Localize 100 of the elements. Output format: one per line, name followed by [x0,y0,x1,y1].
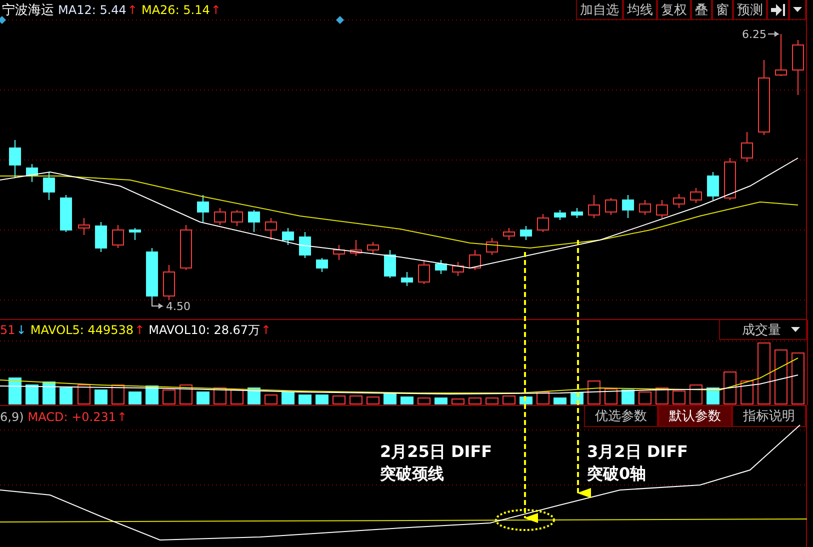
candlestick [588,194,600,218]
arrow-to-bar-icon [771,4,785,16]
volume-bar [604,388,618,404]
low-price-label: 4.50 [166,300,190,313]
candlestick [622,194,634,218]
volume-bar [60,388,72,404]
volume-bar [78,384,90,404]
volume-bar [230,390,244,404]
volume-bar [298,394,312,404]
candlestick [231,210,243,226]
volume-bar [146,386,158,404]
candlestick [265,218,277,240]
volume-bar [656,388,668,404]
volume-bar [264,394,278,404]
volume-bar [792,352,804,404]
trend-arrow: ↑ [127,3,138,17]
volume-bar [486,398,498,404]
candlestick [537,214,549,232]
indicator-value: MAVOL10: 28.67万 [148,322,260,338]
volume-bar [434,398,448,404]
candlestick [163,264,175,300]
volume-bar [758,342,770,404]
caret-icon [791,327,800,332]
caret-icon [793,7,802,12]
volume-bar [350,396,362,404]
volume-bar [282,392,294,404]
candlestick [26,164,38,182]
candlestick [9,140,21,178]
trend-arrow: ↓ [16,323,26,337]
candlestick [367,242,379,254]
candlestick [673,194,685,208]
candlestick [299,232,311,258]
annotation-text: 2月25日 DIFF 突破颈线 [380,441,492,485]
toolbar-button[interactable]: 窗 [712,0,733,20]
candlestick [690,188,702,204]
volume-bar [554,398,566,404]
candlestick [214,208,226,226]
volume-bar [690,384,702,404]
volume-bar [468,398,482,404]
toolbar-button[interactable]: 叠 [691,0,712,20]
indicator-value: MACD: +0.231 [28,410,116,424]
highlight-ellipse [495,509,555,531]
volume-bar [672,390,686,404]
volume-bar [94,390,108,404]
stock-title: 宁波海运 [2,2,54,19]
volume-bar [180,384,192,404]
dropdown-button[interactable] [789,0,806,20]
volume-bar [622,390,634,404]
toolbar-button[interactable]: 复权 [657,0,691,20]
volume-bar [196,392,210,404]
volume-bar [570,392,584,404]
candlestick [469,250,481,270]
candlestick [78,218,90,236]
volume-bar [42,382,56,404]
candlestick [724,158,736,200]
volume-bar [316,394,328,404]
candlestick [605,198,617,216]
candlestick [129,228,141,240]
candlestick [775,34,787,76]
toolbar-button[interactable]: 加自选 [576,0,623,20]
candlestick [112,224,124,248]
collapse-panel-button[interactable] [767,0,789,20]
volume-bar [452,398,464,404]
volume-bar [638,392,652,404]
toolbar-button[interactable]: 预测 [733,0,767,20]
volume-bar [724,372,736,404]
volume-bar [502,396,516,404]
volume-bar [536,392,550,404]
indicator-value: MA26: 5.14 [141,3,210,17]
candlestick [707,172,719,200]
candlestick [95,222,107,252]
high-price-label: 6.25 [742,28,766,41]
candlestick [401,272,413,286]
indicator-dropdown[interactable]: 成交量 [719,320,807,340]
volume-bar [128,392,142,404]
volume-bar [774,350,788,404]
marker-icon [336,16,344,24]
volume-bar [418,398,430,404]
candlestick [418,260,430,284]
trend-arrow: ↑ [210,3,221,17]
indicator-value: 6,9) [0,410,24,424]
indicator-tab[interactable]: 指标说明 [732,406,806,427]
candlestick [452,262,464,276]
volume-bar [162,390,176,404]
volume-bar [740,380,754,404]
candlestick [656,200,668,218]
volume-bar [366,396,380,404]
trend-arrow: ↑ [134,323,145,337]
indicator-tab[interactable]: 优选参数 [584,406,658,427]
indicator-tab[interactable]: 默认参数 [658,406,732,427]
volume-bar [400,396,414,404]
candlestick [333,244,345,260]
candlestick [571,208,583,218]
candlestick [486,238,498,256]
toolbar-button[interactable]: 均线 [623,0,657,20]
trend-arrow: ↑ [261,323,272,337]
candlestick [316,258,328,272]
candlestick [180,224,192,270]
candlestick [503,228,515,240]
candlestick [384,250,396,278]
